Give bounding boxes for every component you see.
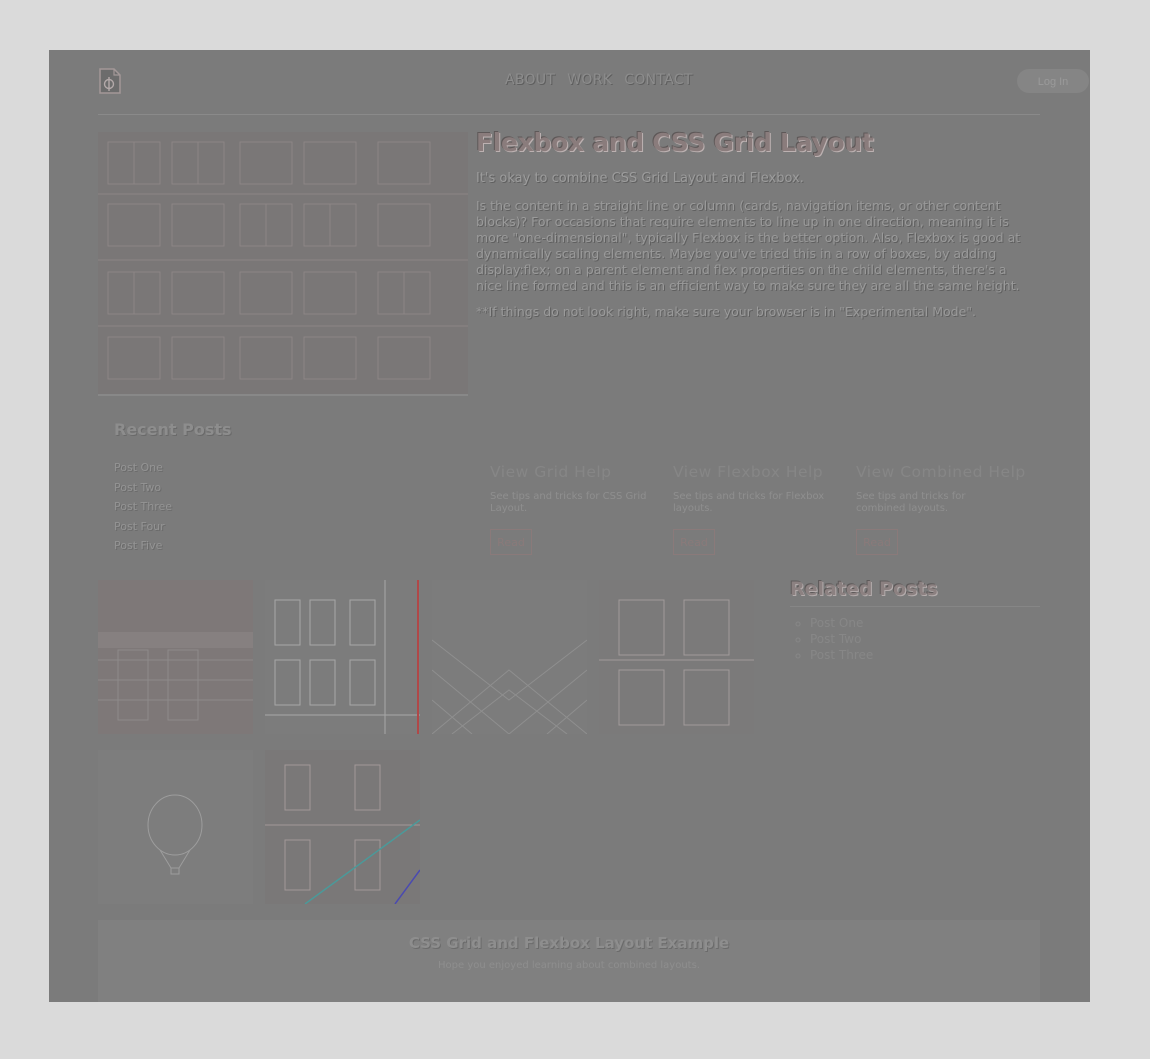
read-button[interactable]: Read [673,529,715,555]
help-card-grid: View Grid Help See tips and tricks for C… [490,463,673,555]
footer-title: CSS Grid and Flexbox Layout Example [408,934,730,952]
hero-note: **If things do not look right, make sure… [476,304,977,319]
card-title: View Combined Help [856,463,1026,481]
recent-post-link[interactable]: Post Five [114,539,414,559]
gallery-image[interactable] [599,580,754,734]
gallery-image[interactable] [265,580,420,734]
related-post-link[interactable]: Post One [810,615,1040,631]
read-button[interactable]: Read [856,529,898,555]
recent-posts: Recent Posts Post One Post Two Post Thre… [114,420,414,559]
card-text: See tips and tricks for CSS Grid Layout. [490,491,647,514]
recent-posts-title: Recent Posts [114,420,232,439]
related-posts-title: Related Posts [790,578,1040,607]
recent-post-link[interactable]: Post Three [114,500,414,520]
help-card-flexbox: View Flexbox Help See tips and tricks fo… [673,463,856,555]
hero-image [98,132,468,396]
gallery-image[interactable] [98,580,253,734]
hero-content: Flexbox and CSS Grid Layout It's okay to… [476,128,1036,319]
site-footer: CSS Grid and Flexbox Layout Example Hope… [98,920,1040,1002]
related-post-link[interactable]: Post Three [810,647,1040,663]
card-title: View Flexbox Help [673,463,824,481]
recent-post-link[interactable]: Post Two [114,481,414,501]
hero-title: Flexbox and CSS Grid Layout [476,128,874,157]
footer-text: Hope you enjoyed learning about combined… [438,960,700,971]
card-text: See tips and tricks for combined layouts… [856,491,966,514]
card-text: See tips and tricks for Flexbox layouts. [673,491,825,514]
help-cards: View Grid Help See tips and tricks for C… [490,463,1039,555]
gallery-image[interactable] [265,750,420,904]
login-button[interactable]: Log In [1017,69,1089,93]
read-button[interactable]: Read [490,529,532,555]
card-title: View Grid Help [490,463,612,481]
nav-about[interactable]: ABOUT [505,72,555,88]
recent-post-link[interactable]: Post Four [114,520,414,540]
nav-contact[interactable]: CONTACT [624,72,693,88]
help-card-combined: View Combined Help See tips and tricks f… [856,463,1039,555]
page-frame: ABOUT WORK CONTACT Log In Flexbox and CS… [49,50,1090,1002]
gallery-image[interactable] [432,580,587,734]
hero-body: Is the content in a straight line or col… [476,198,1021,293]
recent-post-link[interactable]: Post One [114,461,414,481]
logo-icon[interactable] [98,67,122,95]
related-posts: Related Posts Post One Post Two Post Thr… [790,578,1040,663]
nav-work[interactable]: WORK [567,72,612,88]
main-nav: ABOUT WORK CONTACT [505,72,693,88]
hero-subtitle: It's okay to combine CSS Grid Layout and… [476,171,804,186]
related-post-link[interactable]: Post Two [810,631,1040,647]
site-header: ABOUT WORK CONTACT Log In [98,50,1089,115]
gallery-image[interactable] [98,750,253,904]
